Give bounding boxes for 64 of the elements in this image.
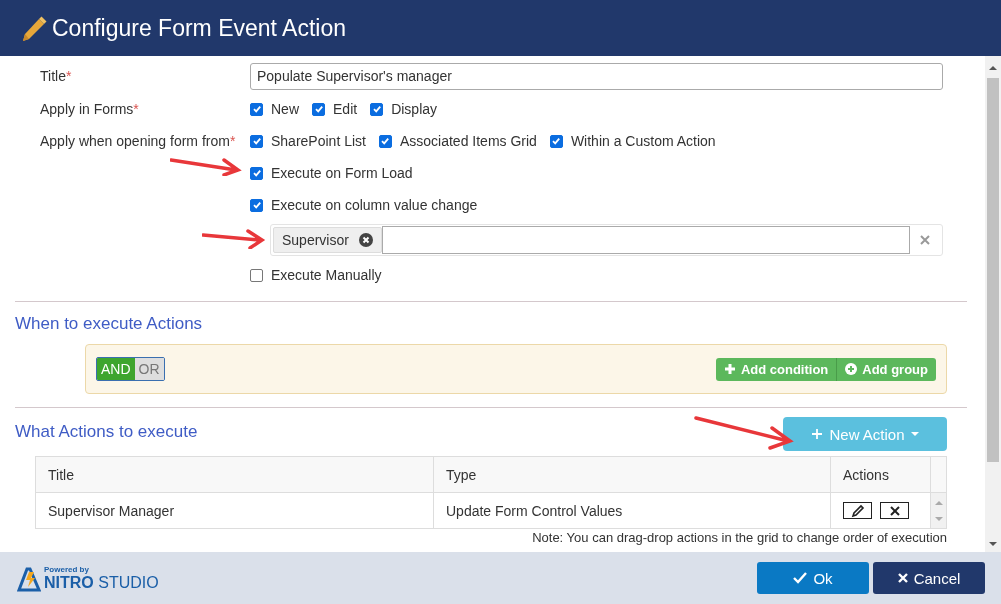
dialog-title: Configure Form Event Action bbox=[52, 14, 347, 42]
required-marker: * bbox=[65, 68, 72, 84]
cancel-button[interactable]: Cancel bbox=[873, 562, 985, 594]
checkbox-label: Execute Manually bbox=[271, 267, 382, 283]
required-marker: * bbox=[229, 133, 236, 149]
title-field[interactable]: Populate Supervisor's manager bbox=[250, 62, 943, 90]
pencil-icon bbox=[850, 503, 865, 518]
checkbox[interactable] bbox=[549, 134, 563, 148]
add-button[interactable]: Add condition bbox=[715, 357, 838, 381]
checkbox[interactable] bbox=[250, 102, 263, 116]
powered-by-text: Powered by bbox=[44, 564, 90, 574]
section-heading: What Actions to execute bbox=[15, 421, 198, 442]
column-picker[interactable]: Supervisor bbox=[270, 224, 943, 256]
add-button[interactable]: Add group bbox=[837, 357, 936, 381]
checkbox[interactable] bbox=[250, 268, 263, 282]
annotation-arrow bbox=[170, 156, 242, 176]
close-icon bbox=[897, 573, 908, 583]
caret-icon bbox=[910, 432, 919, 436]
checkbox[interactable] bbox=[250, 198, 263, 212]
plus-icon bbox=[723, 363, 736, 375]
section-heading: When to execute Actions bbox=[15, 313, 204, 334]
operator-toggle[interactable]: OR bbox=[134, 358, 164, 380]
column-header: Title bbox=[36, 457, 434, 492]
checkbox-label: Execute on Form Load bbox=[271, 165, 413, 181]
checkbox[interactable] bbox=[250, 134, 263, 148]
plus-icon bbox=[811, 428, 824, 440]
ok-button[interactable]: Ok bbox=[757, 562, 869, 594]
checkbox-label: Edit bbox=[333, 101, 358, 117]
table-cell: Supervisor Manager bbox=[36, 493, 434, 528]
table-cell: Update Form Control Values bbox=[434, 493, 831, 528]
checkbox[interactable] bbox=[370, 102, 384, 116]
scroll-up-icon[interactable] bbox=[989, 66, 997, 70]
help-note: Note: You can drag-drop actions in the grid to change order of execution bbox=[531, 530, 947, 545]
checkbox-label: Display bbox=[391, 101, 438, 117]
close-icon bbox=[889, 505, 900, 516]
scroll-down-icon[interactable] bbox=[989, 542, 997, 546]
checkbox[interactable] bbox=[378, 134, 392, 148]
scrollbar[interactable] bbox=[985, 56, 1001, 552]
checkbox-label: Associated Items Grid bbox=[399, 133, 537, 149]
annotation-arrow bbox=[202, 229, 266, 249]
checkbox-label: Execute on column value change bbox=[271, 197, 478, 213]
required-marker: * bbox=[133, 101, 139, 117]
plus-circle-icon bbox=[845, 363, 858, 375]
delete-button[interactable] bbox=[880, 502, 909, 519]
checkbox[interactable] bbox=[312, 102, 325, 116]
checkbox-label: New bbox=[271, 101, 299, 117]
operator-toggle[interactable]: AND bbox=[97, 358, 135, 380]
checkbox-label: Within a Custom Action bbox=[570, 133, 716, 149]
field-label: Title bbox=[40, 68, 66, 84]
check-icon bbox=[793, 572, 808, 584]
remove-icon[interactable] bbox=[358, 233, 373, 247]
checkbox-label: SharePoint List bbox=[271, 133, 366, 149]
column-header: Type bbox=[434, 457, 831, 492]
checkbox[interactable] bbox=[250, 166, 263, 180]
column-header: Actions bbox=[831, 457, 931, 492]
field-label: Apply in Forms bbox=[40, 101, 134, 117]
table-scrollbar[interactable] bbox=[931, 493, 946, 528]
clear-icon[interactable] bbox=[920, 235, 930, 245]
logo-icon bbox=[17, 565, 41, 592]
brand-name: NITRO STUDIO bbox=[44, 573, 159, 592]
pencil-icon bbox=[20, 14, 48, 42]
edit-button[interactable] bbox=[843, 502, 872, 519]
field-label: Apply when opening form from bbox=[40, 133, 230, 149]
tag-chip[interactable]: Supervisor bbox=[273, 227, 382, 253]
